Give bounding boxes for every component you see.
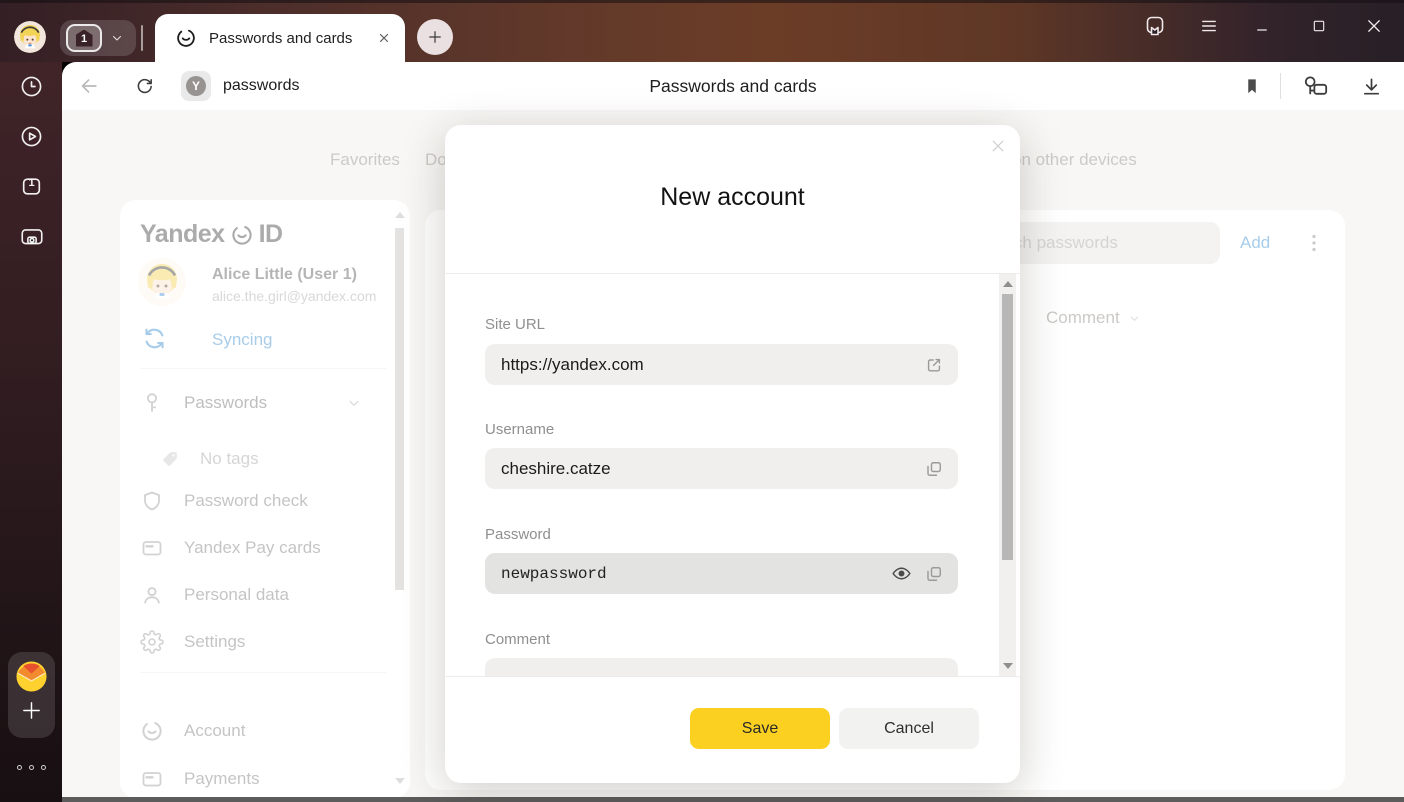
tab-close-icon[interactable] [377, 31, 391, 45]
rail-more-dots[interactable] [0, 765, 62, 770]
yandex-id-smile-icon [175, 27, 197, 49]
toolbar-divider [1280, 73, 1281, 99]
username-input[interactable] [485, 459, 924, 479]
dock-add-button[interactable] [20, 699, 43, 722]
copy-icon[interactable] [924, 459, 944, 479]
tab-strip: 1 Passwords and cards [0, 0, 1404, 62]
back-button[interactable] [78, 62, 100, 110]
new-account-dialog: New account Site URL Username [445, 125, 1020, 783]
scrollbar-thumb[interactable] [1002, 294, 1013, 560]
site-url-label: Site URL [485, 316, 545, 333]
reload-button[interactable] [134, 62, 155, 110]
site-badge-icon: Y [181, 71, 211, 101]
screenshot-icon[interactable] [19, 224, 45, 250]
save-button[interactable]: Save [690, 708, 830, 749]
window-maximize-button[interactable] [1305, 12, 1333, 40]
avatar-alice-icon [14, 21, 46, 53]
rail-tab-count: 1 [19, 177, 44, 189]
cancel-button[interactable]: Cancel [839, 708, 979, 749]
tab-group-badge: 1 [66, 24, 102, 52]
rail-dock [8, 652, 55, 738]
copy-icon[interactable] [924, 564, 944, 584]
page-bottom-bar [62, 797, 1404, 802]
address-bar[interactable]: Y passwords [181, 62, 299, 110]
tab-strip-divider [141, 25, 143, 51]
dialog-scrollbar[interactable] [999, 274, 1016, 676]
tab-group-pill[interactable]: 1 [60, 20, 136, 56]
video-player-icon[interactable] [19, 124, 44, 149]
tab-group-count: 1 [76, 30, 93, 47]
dialog-close-icon[interactable] [989, 137, 1007, 155]
password-input[interactable] [485, 565, 891, 583]
dialog-footer-divider [445, 676, 1020, 677]
open-external-link-icon[interactable] [924, 355, 944, 375]
dialog-title: New account [445, 183, 1020, 212]
comment-label: Comment [485, 631, 550, 648]
comment-field[interactable] [485, 658, 958, 676]
new-tab-button[interactable] [417, 19, 453, 55]
window-close-button[interactable] [1360, 12, 1388, 40]
tabs-icon[interactable]: 1 [19, 174, 44, 199]
active-tab[interactable]: Passwords and cards [155, 14, 405, 62]
tab-title: Passwords and cards [209, 30, 377, 47]
menu-hamburger-icon[interactable] [1195, 12, 1223, 40]
password-label: Password [485, 526, 551, 543]
browser-toolbar: Y passwords Passwords and cards [62, 62, 1404, 110]
downloads-icon[interactable] [1360, 62, 1383, 110]
eye-show-password-icon[interactable] [891, 563, 912, 584]
passwords-manager-icon[interactable] [1302, 62, 1329, 110]
side-rail: 1 [0, 62, 62, 802]
chevron-down-icon[interactable] [110, 31, 124, 45]
comment-input[interactable] [485, 669, 958, 677]
bookmark-filled-icon[interactable] [1242, 62, 1262, 110]
dialog-body: Site URL Username [445, 274, 1020, 676]
browser-window: 1 Passwords and cards [0, 0, 1404, 802]
username-label: Username [485, 421, 554, 438]
profile-avatar[interactable] [14, 21, 46, 53]
yandex-browser-logo[interactable] [15, 660, 48, 698]
password-field[interactable] [485, 553, 958, 594]
url-text: passwords [223, 77, 299, 95]
site-url-field[interactable] [485, 344, 958, 385]
window-minimize-button[interactable] [1249, 12, 1277, 40]
site-url-input[interactable] [485, 355, 924, 375]
bookmarks-panel-icon[interactable] [1141, 12, 1169, 40]
history-clock-icon[interactable] [19, 74, 44, 99]
username-field[interactable] [485, 448, 958, 489]
